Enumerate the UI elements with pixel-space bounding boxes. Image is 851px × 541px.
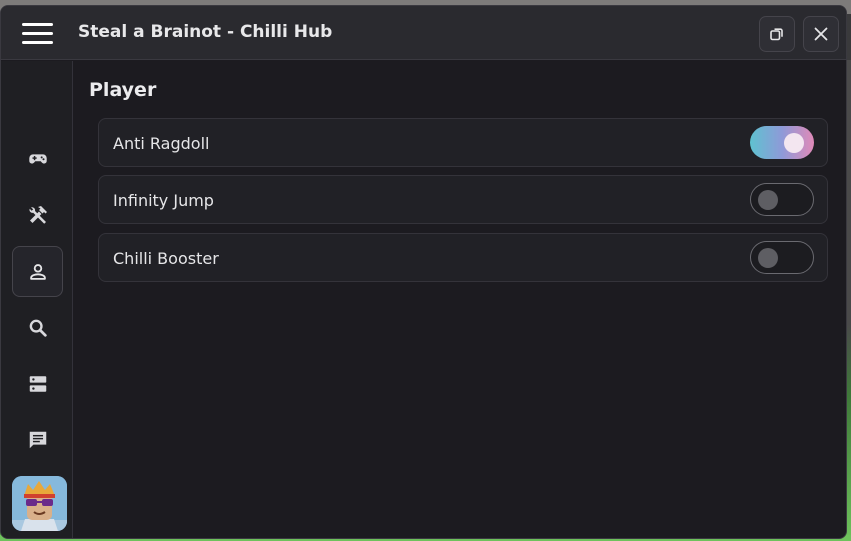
toggle-knob — [758, 248, 778, 268]
toggle-switch[interactable] — [750, 126, 814, 159]
sidebar-item-chat[interactable] — [12, 414, 63, 465]
toggle-label: Chilli Booster — [113, 249, 219, 268]
main-content: Player Anti Ragdoll Infinity Jump Chilli B… — [73, 61, 846, 538]
toggle-row[interactable]: Chilli Booster — [98, 233, 828, 282]
tools-icon — [28, 205, 47, 224]
sidebar-item-servers[interactable] — [12, 358, 63, 409]
toggle-knob — [784, 133, 804, 153]
sidebar-item-tools[interactable] — [12, 189, 63, 240]
server-icon — [29, 375, 46, 392]
section-title: Player — [89, 79, 157, 101]
toggle-knob — [758, 190, 778, 210]
sidebar — [1, 61, 73, 538]
search-icon — [29, 319, 47, 337]
user-avatar[interactable] — [12, 476, 67, 531]
toggle-row[interactable]: Infinity Jump — [98, 175, 828, 224]
restore-button[interactable] — [759, 16, 795, 52]
sidebar-item-player[interactable] — [12, 246, 63, 297]
restore-icon — [770, 28, 783, 41]
close-button[interactable] — [803, 16, 839, 52]
person-icon — [29, 263, 46, 280]
hub-window: Steal a Brainot - Chilli Hub Player Anti… — [0, 5, 847, 539]
toggle-label: Infinity Jump — [113, 191, 214, 210]
toggle-row[interactable]: Anti Ragdoll — [98, 118, 828, 167]
avatar-icon — [12, 476, 67, 531]
sidebar-item-game[interactable] — [12, 133, 63, 184]
hamburger-icon[interactable] — [22, 23, 53, 45]
window-title: Steal a Brainot - Chilli Hub — [78, 22, 333, 42]
title-bar[interactable]: Steal a Brainot - Chilli Hub — [1, 6, 846, 60]
toggle-switch[interactable] — [750, 241, 814, 274]
close-icon — [814, 27, 828, 41]
sidebar-item-search[interactable] — [12, 302, 63, 353]
gamepad-icon — [28, 153, 47, 164]
toggle-label: Anti Ragdoll — [113, 134, 210, 153]
toggle-switch[interactable] — [750, 183, 814, 216]
chat-icon — [29, 431, 46, 448]
